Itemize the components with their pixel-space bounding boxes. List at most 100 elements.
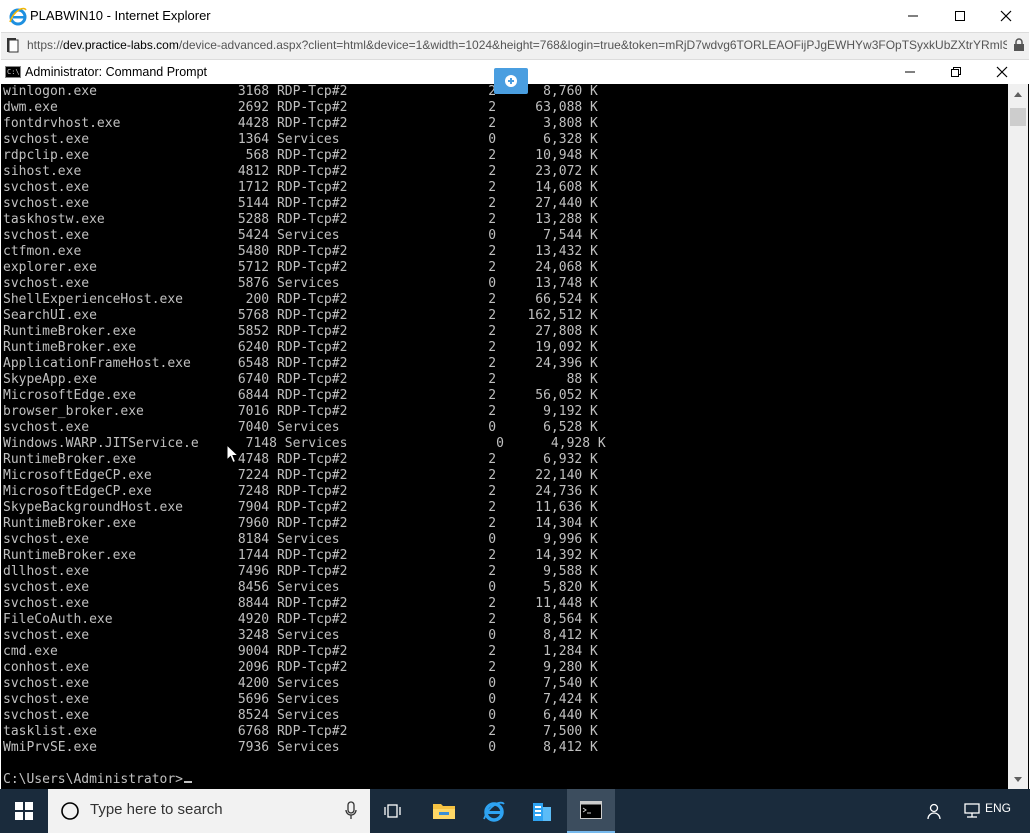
session-number: 2	[488, 404, 497, 419]
session-name: RDP-Tcp#2	[276, 612, 348, 627]
session-name: Services	[276, 276, 340, 291]
process-name: WmiPrvSE.exe	[3, 740, 97, 755]
process-name: rdpclip.exe	[3, 148, 90, 163]
process-name: cmd.exe	[3, 644, 58, 659]
session-number: 2	[488, 356, 497, 371]
process-pid: 1364	[237, 132, 270, 147]
session-number: 2	[488, 116, 497, 131]
server-manager-button[interactable]	[518, 789, 566, 833]
browser-maximize-button[interactable]	[937, 0, 983, 32]
session-toolbar-tab[interactable]	[494, 68, 528, 94]
task-view-icon	[384, 804, 401, 818]
session-number: 0	[488, 708, 497, 723]
memory-usage: 56,052 K	[535, 388, 598, 403]
process-row: ApplicationFrameHost.exe 6548 RDP-Tcp#2 …	[3, 356, 606, 372]
browser-minimize-button[interactable]	[890, 0, 936, 32]
session-name: Services	[276, 132, 340, 147]
session-number: 2	[488, 196, 497, 211]
process-name: svchost.exe	[3, 196, 90, 211]
memory-usage: 63,088 K	[535, 100, 598, 115]
process-name: svchost.exe	[3, 180, 90, 195]
internet-explorer-icon	[483, 801, 505, 822]
command-prompt-taskbar-button[interactable]	[567, 789, 615, 833]
cmd-window-title: Administrator: Command Prompt	[25, 65, 208, 79]
process-row: dwm.exe 2692 RDP-Tcp#2 2 63,088 K	[3, 100, 606, 116]
session-name: RDP-Tcp#2	[276, 212, 348, 227]
process-pid: 8456	[237, 580, 270, 595]
memory-usage: 88 K	[566, 372, 598, 387]
lock-icon[interactable]	[1013, 38, 1025, 52]
memory-usage: 7,540 K	[543, 676, 598, 691]
session-name: RDP-Tcp#2	[276, 84, 348, 99]
session-name: Services	[276, 692, 340, 707]
process-name: winlogon.exe	[3, 84, 97, 99]
vertical-scrollbar[interactable]	[1008, 84, 1028, 789]
task-view-button[interactable]	[370, 789, 418, 833]
session-name: RDP-Tcp#2	[276, 372, 348, 387]
process-row: svchost.exe 8184 Services 0 9,996 K	[3, 532, 606, 548]
session-number: 0	[488, 276, 497, 291]
search-placeholder: Type here to search	[90, 801, 223, 818]
close-icon	[996, 66, 1008, 78]
memory-usage: 8,564 K	[543, 612, 598, 627]
scroll-up-button[interactable]	[1008, 84, 1028, 104]
memory-usage: 9,192 K	[543, 404, 598, 419]
memory-usage: 7,544 K	[543, 228, 598, 243]
process-row: FileCoAuth.exe 4920 RDP-Tcp#2 2 8,564 K	[3, 612, 606, 628]
memory-usage: 13,432 K	[535, 244, 598, 259]
process-pid: 4200	[237, 676, 270, 691]
process-name: SkypeApp.exe	[3, 372, 97, 387]
memory-usage: 162,512 K	[527, 308, 598, 323]
mouse-pointer-icon	[226, 444, 240, 464]
memory-usage: 27,808 K	[535, 324, 598, 339]
scrollbar-thumb[interactable]	[1010, 108, 1026, 126]
address-bar[interactable]: https://dev.practice-labs.com/device-adv…	[1, 32, 1029, 60]
plus-circle-icon	[505, 75, 517, 87]
console-output[interactable]: winlogon.exe 3168 RDP-Tcp#2 2 8,760 Kdwm…	[1, 84, 1007, 789]
process-row: RuntimeBroker.exe 6240 RDP-Tcp#2 2 19,09…	[3, 340, 606, 356]
taskbar-search-box[interactable]: Type here to search	[48, 789, 370, 833]
session-name: Services	[276, 580, 340, 595]
process-pid: 8844	[237, 596, 270, 611]
process-name: RuntimeBroker.exe	[3, 340, 137, 355]
process-pid: 5424	[237, 228, 270, 243]
process-name: SearchUI.exe	[3, 308, 97, 323]
cmd-minimize-button[interactable]	[887, 60, 933, 84]
process-name: ApplicationFrameHost.exe	[3, 356, 191, 371]
memory-usage: 8,412 K	[543, 628, 598, 643]
internet-explorer-button[interactable]	[470, 789, 518, 833]
cmd-close-button[interactable]	[979, 60, 1025, 84]
microphone-icon[interactable]	[344, 801, 358, 821]
file-explorer-button[interactable]	[420, 789, 468, 833]
process-pid: 7224	[237, 468, 270, 483]
session-name: RDP-Tcp#2	[276, 660, 348, 675]
process-pid: 2096	[237, 660, 270, 675]
start-button[interactable]	[0, 789, 48, 833]
memory-usage: 6,328 K	[543, 132, 598, 147]
browser-close-button[interactable]	[983, 0, 1029, 32]
url-text[interactable]: https://dev.practice-labs.com/device-adv…	[27, 38, 1007, 52]
process-name: svchost.exe	[3, 580, 90, 595]
memory-usage: 13,288 K	[535, 212, 598, 227]
memory-usage: 14,608 K	[535, 180, 598, 195]
process-name: RuntimeBroker.exe	[3, 548, 137, 563]
process-pid: 1712	[237, 180, 270, 195]
session-name: RDP-Tcp#2	[276, 116, 348, 131]
session-name: RDP-Tcp#2	[276, 468, 348, 483]
session-name: Services	[276, 628, 340, 643]
memory-usage: 7,424 K	[543, 692, 598, 707]
command-prompt-line[interactable]: C:\Users\Administrator>	[3, 772, 193, 788]
cmd-restore-button[interactable]	[933, 60, 979, 84]
process-name: ShellExperienceHost.exe	[3, 292, 184, 307]
session-number: 2	[488, 724, 497, 739]
process-pid: 8184	[237, 532, 270, 547]
process-pid: 3248	[237, 628, 270, 643]
process-pid: 1744	[237, 548, 270, 563]
process-pid: 4920	[237, 612, 270, 627]
memory-usage: 6,440 K	[543, 708, 598, 723]
session-name: RDP-Tcp#2	[276, 292, 348, 307]
session-name: Services	[276, 532, 340, 547]
input-language-indicator[interactable]: ENG	[985, 801, 1011, 815]
session-number: 2	[488, 452, 497, 467]
scroll-down-button[interactable]	[1008, 769, 1028, 789]
